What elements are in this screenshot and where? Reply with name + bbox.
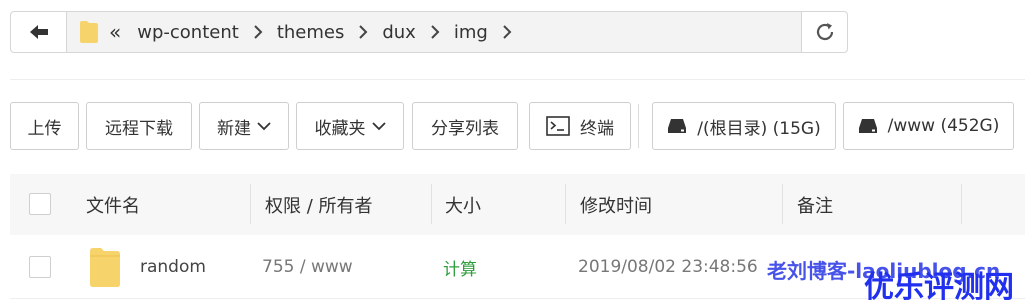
breadcrumb-wp-content[interactable]: wp-content	[137, 22, 239, 43]
share-list-button[interactable]: 分享列表	[412, 102, 518, 150]
column-divider	[961, 184, 962, 224]
column-divider	[565, 184, 566, 224]
back-button[interactable]	[10, 11, 67, 53]
new-dropdown-button[interactable]: 新建	[199, 102, 289, 150]
remote-download-button[interactable]: 远程下载	[86, 102, 192, 150]
folder-icon	[89, 236, 121, 298]
calculate-size-link[interactable]: 计算	[443, 236, 477, 298]
breadcrumb-img[interactable]: img	[454, 22, 488, 43]
double-chevron-left-icon[interactable]: «	[109, 20, 121, 44]
row-checkbox[interactable]	[29, 256, 51, 278]
toolbar-divider	[638, 104, 639, 148]
header-note[interactable]: 备注	[797, 174, 833, 235]
address-bar: « wp-content themes dux img	[10, 11, 848, 55]
terminal-icon	[546, 116, 570, 136]
remote-download-label: 远程下载	[105, 118, 173, 139]
select-all-checkbox[interactable]	[29, 193, 51, 215]
chevron-down-icon	[257, 121, 271, 131]
file-permission[interactable]: 755 / www	[262, 236, 353, 298]
terminal-button[interactable]: 终端	[529, 102, 631, 150]
column-divider	[431, 184, 432, 224]
header-modified-time[interactable]: 修改时间	[580, 174, 652, 235]
disk-root-button[interactable]: /(根目录) (15G)	[652, 102, 836, 150]
upload-button[interactable]: 上传	[10, 102, 79, 150]
arrow-left-icon	[29, 24, 49, 40]
disk-www-button[interactable]: /www (452G)	[843, 102, 1014, 150]
chevron-down-icon	[371, 121, 386, 131]
header-filename[interactable]: 文件名	[86, 174, 140, 235]
folder-icon	[79, 20, 99, 44]
column-divider	[250, 184, 251, 224]
favorites-label: 收藏夹	[314, 118, 366, 139]
header-permission[interactable]: 权限 / 所有者	[265, 174, 373, 235]
disk-www-label: /www (452G)	[887, 116, 1000, 136]
divider	[10, 79, 1025, 80]
breadcrumb-dux[interactable]: dux	[382, 22, 416, 43]
file-table-header: 文件名 权限 / 所有者 大小 修改时间 备注	[10, 174, 1025, 235]
disk-root-label: /(根目录) (15G)	[697, 118, 821, 139]
chevron-right-icon	[253, 25, 263, 39]
chevron-right-icon	[502, 25, 512, 39]
chevron-right-icon	[430, 25, 440, 39]
terminal-label: 终端	[580, 118, 614, 139]
file-name[interactable]: random	[140, 236, 206, 298]
path-breadcrumb[interactable]: « wp-content themes dux img	[66, 11, 802, 53]
hard-drive-icon	[858, 118, 878, 134]
new-label: 新建	[217, 118, 251, 139]
chevron-right-icon	[358, 25, 368, 39]
upload-label: 上传	[27, 118, 62, 139]
refresh-icon	[814, 21, 836, 43]
header-size[interactable]: 大小	[445, 174, 481, 235]
watermark-logo-text: 优乐评测网	[864, 270, 1014, 305]
share-list-label: 分享列表	[431, 118, 499, 139]
favorites-dropdown-button[interactable]: 收藏夹	[296, 102, 404, 150]
file-modified-time: 2019/08/02 23:48:56	[578, 257, 758, 277]
column-divider	[782, 184, 783, 224]
breadcrumb-themes[interactable]: themes	[277, 22, 345, 43]
refresh-button[interactable]	[801, 11, 848, 53]
hard-drive-icon	[667, 118, 687, 134]
